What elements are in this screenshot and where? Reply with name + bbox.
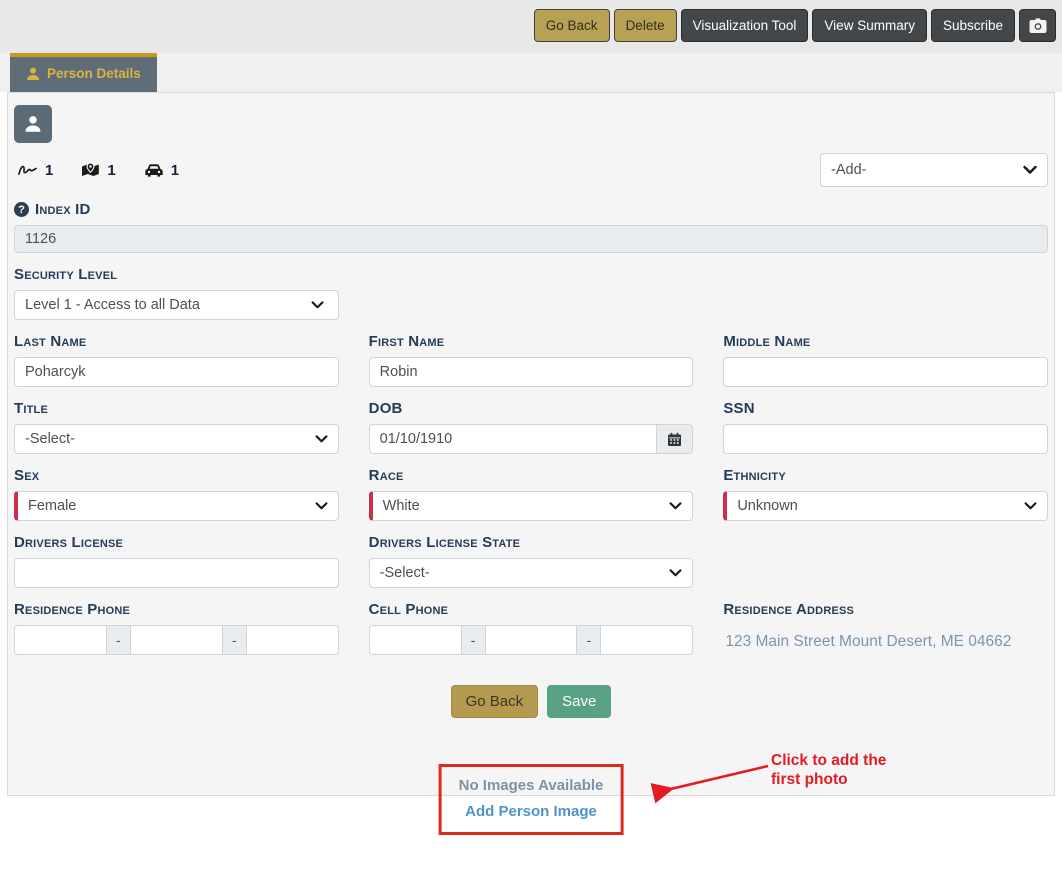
header-strip: Go Back Delete Visualization Tool View S…: [0, 0, 1062, 53]
camera-icon: [1029, 18, 1047, 34]
person-details-panel: 1 1 1 -Add- ? Index: [7, 92, 1055, 796]
tab-bar: Person Details: [0, 53, 1062, 92]
middle-name-field[interactable]: [723, 357, 1048, 387]
no-images-highlight-box: No Images Available Add Person Image: [439, 764, 624, 835]
residence-phone-line-field[interactable]: [246, 625, 339, 655]
phone-separator: -: [576, 625, 601, 655]
chevron-down-icon: [1023, 166, 1037, 175]
first-name-field[interactable]: [369, 357, 694, 387]
counter-signatures[interactable]: 1: [18, 162, 53, 179]
index-id-field: [14, 225, 1048, 253]
person-image-section: No Images Available Add Person Image Cli…: [14, 742, 1048, 872]
title-value: -Select-: [25, 431, 75, 447]
residence-phone-group: - -: [14, 625, 339, 655]
sex-label: Sex: [14, 467, 339, 484]
last-name-field[interactable]: [14, 357, 339, 387]
annotation-arrow: [646, 760, 774, 812]
add-person-image-link[interactable]: Add Person Image: [459, 803, 604, 820]
race-value: White: [383, 498, 420, 514]
ssn-field[interactable]: [723, 424, 1048, 454]
ethnicity-value: Unknown: [737, 498, 797, 514]
first-name-label: First Name: [369, 333, 694, 350]
top-toolbar: Go Back Delete Visualization Tool View S…: [534, 9, 1056, 42]
ethnicity-label: Ethnicity: [723, 467, 1048, 484]
tab-person-details[interactable]: Person Details: [10, 53, 157, 92]
counter-value: 1: [107, 162, 115, 179]
ssn-label: SSN: [723, 400, 1048, 417]
calendar-icon-button[interactable]: [657, 424, 693, 454]
dob-field[interactable]: [369, 424, 658, 454]
title-select[interactable]: -Select-: [14, 424, 339, 454]
middle-name-label: Middle Name: [723, 333, 1048, 350]
add-dropdown-value: -Add-: [831, 162, 866, 178]
race-label: Race: [369, 467, 694, 484]
save-button[interactable]: Save: [547, 685, 611, 718]
security-level-value: Level 1 - Access to all Data: [25, 297, 200, 313]
cell-phone-area-field[interactable]: [369, 625, 462, 655]
cell-phone-label: Cell Phone: [369, 601, 694, 618]
dob-label: DOB: [369, 400, 694, 417]
chevron-down-icon: [315, 502, 328, 510]
residence-phone-prefix-field[interactable]: [130, 625, 223, 655]
cell-phone-prefix-field[interactable]: [485, 625, 578, 655]
race-select[interactable]: White: [369, 491, 694, 521]
index-id-label: Index ID: [35, 201, 91, 218]
counter-value: 1: [45, 162, 53, 179]
annotation-text: Click to add the first photo: [771, 751, 886, 789]
counter-vehicles[interactable]: 1: [144, 162, 179, 179]
drivers-license-state-select[interactable]: -Select-: [369, 558, 694, 588]
subscribe-button[interactable]: Subscribe: [931, 9, 1015, 42]
view-summary-button[interactable]: View Summary: [812, 9, 927, 42]
visualization-tool-button[interactable]: Visualization Tool: [681, 9, 809, 42]
chevron-down-icon: [1024, 502, 1037, 510]
residence-phone-label: Residence Phone: [14, 601, 339, 618]
chevron-down-icon: [315, 435, 328, 443]
map-pin-icon: [81, 162, 100, 178]
go-back-button-top[interactable]: Go Back: [534, 9, 610, 42]
help-icon[interactable]: ?: [14, 202, 29, 217]
person-icon: [26, 67, 40, 81]
drivers-license-label: Drivers License: [14, 534, 339, 551]
phone-separator: -: [106, 625, 131, 655]
residence-address-label: Residence Address: [723, 601, 1048, 618]
counter-addresses[interactable]: 1: [81, 162, 115, 179]
drivers-license-state-value: -Select-: [380, 565, 430, 581]
last-name-label: Last Name: [14, 333, 339, 350]
title-label: Title: [14, 400, 339, 417]
drivers-license-state-label: Drivers License State: [369, 534, 694, 551]
delete-button[interactable]: Delete: [614, 9, 677, 42]
add-record-dropdown[interactable]: -Add-: [820, 153, 1048, 187]
chevron-down-icon: [669, 569, 682, 577]
residence-address-value: 123 Main Street Mount Desert, ME 04662: [723, 625, 1048, 651]
cell-phone-line-field[interactable]: [600, 625, 693, 655]
no-images-text: No Images Available: [459, 777, 604, 794]
vehicle-icon: [144, 163, 164, 178]
security-level-select[interactable]: Level 1 - Access to all Data: [14, 290, 339, 320]
tab-label: Person Details: [47, 66, 141, 81]
ethnicity-select[interactable]: Unknown: [723, 491, 1048, 521]
signature-icon: [18, 163, 38, 177]
sex-select[interactable]: Female: [14, 491, 339, 521]
calendar-icon: [667, 432, 682, 447]
person-silhouette-icon: [24, 115, 42, 133]
chevron-down-icon: [311, 301, 324, 309]
chevron-down-icon: [669, 502, 682, 510]
linked-record-counters: 1 1 1: [18, 162, 179, 179]
sex-value: Female: [28, 498, 76, 514]
person-avatar-button[interactable]: [14, 105, 52, 143]
phone-separator: -: [222, 625, 247, 655]
camera-button[interactable]: [1019, 9, 1056, 42]
phone-separator: -: [461, 625, 486, 655]
go-back-button[interactable]: Go Back: [451, 685, 539, 718]
cell-phone-group: - -: [369, 625, 694, 655]
security-level-label: Security Level: [14, 266, 1048, 283]
drivers-license-field[interactable]: [14, 558, 339, 588]
counter-value: 1: [171, 162, 179, 179]
residence-phone-area-field[interactable]: [14, 625, 107, 655]
